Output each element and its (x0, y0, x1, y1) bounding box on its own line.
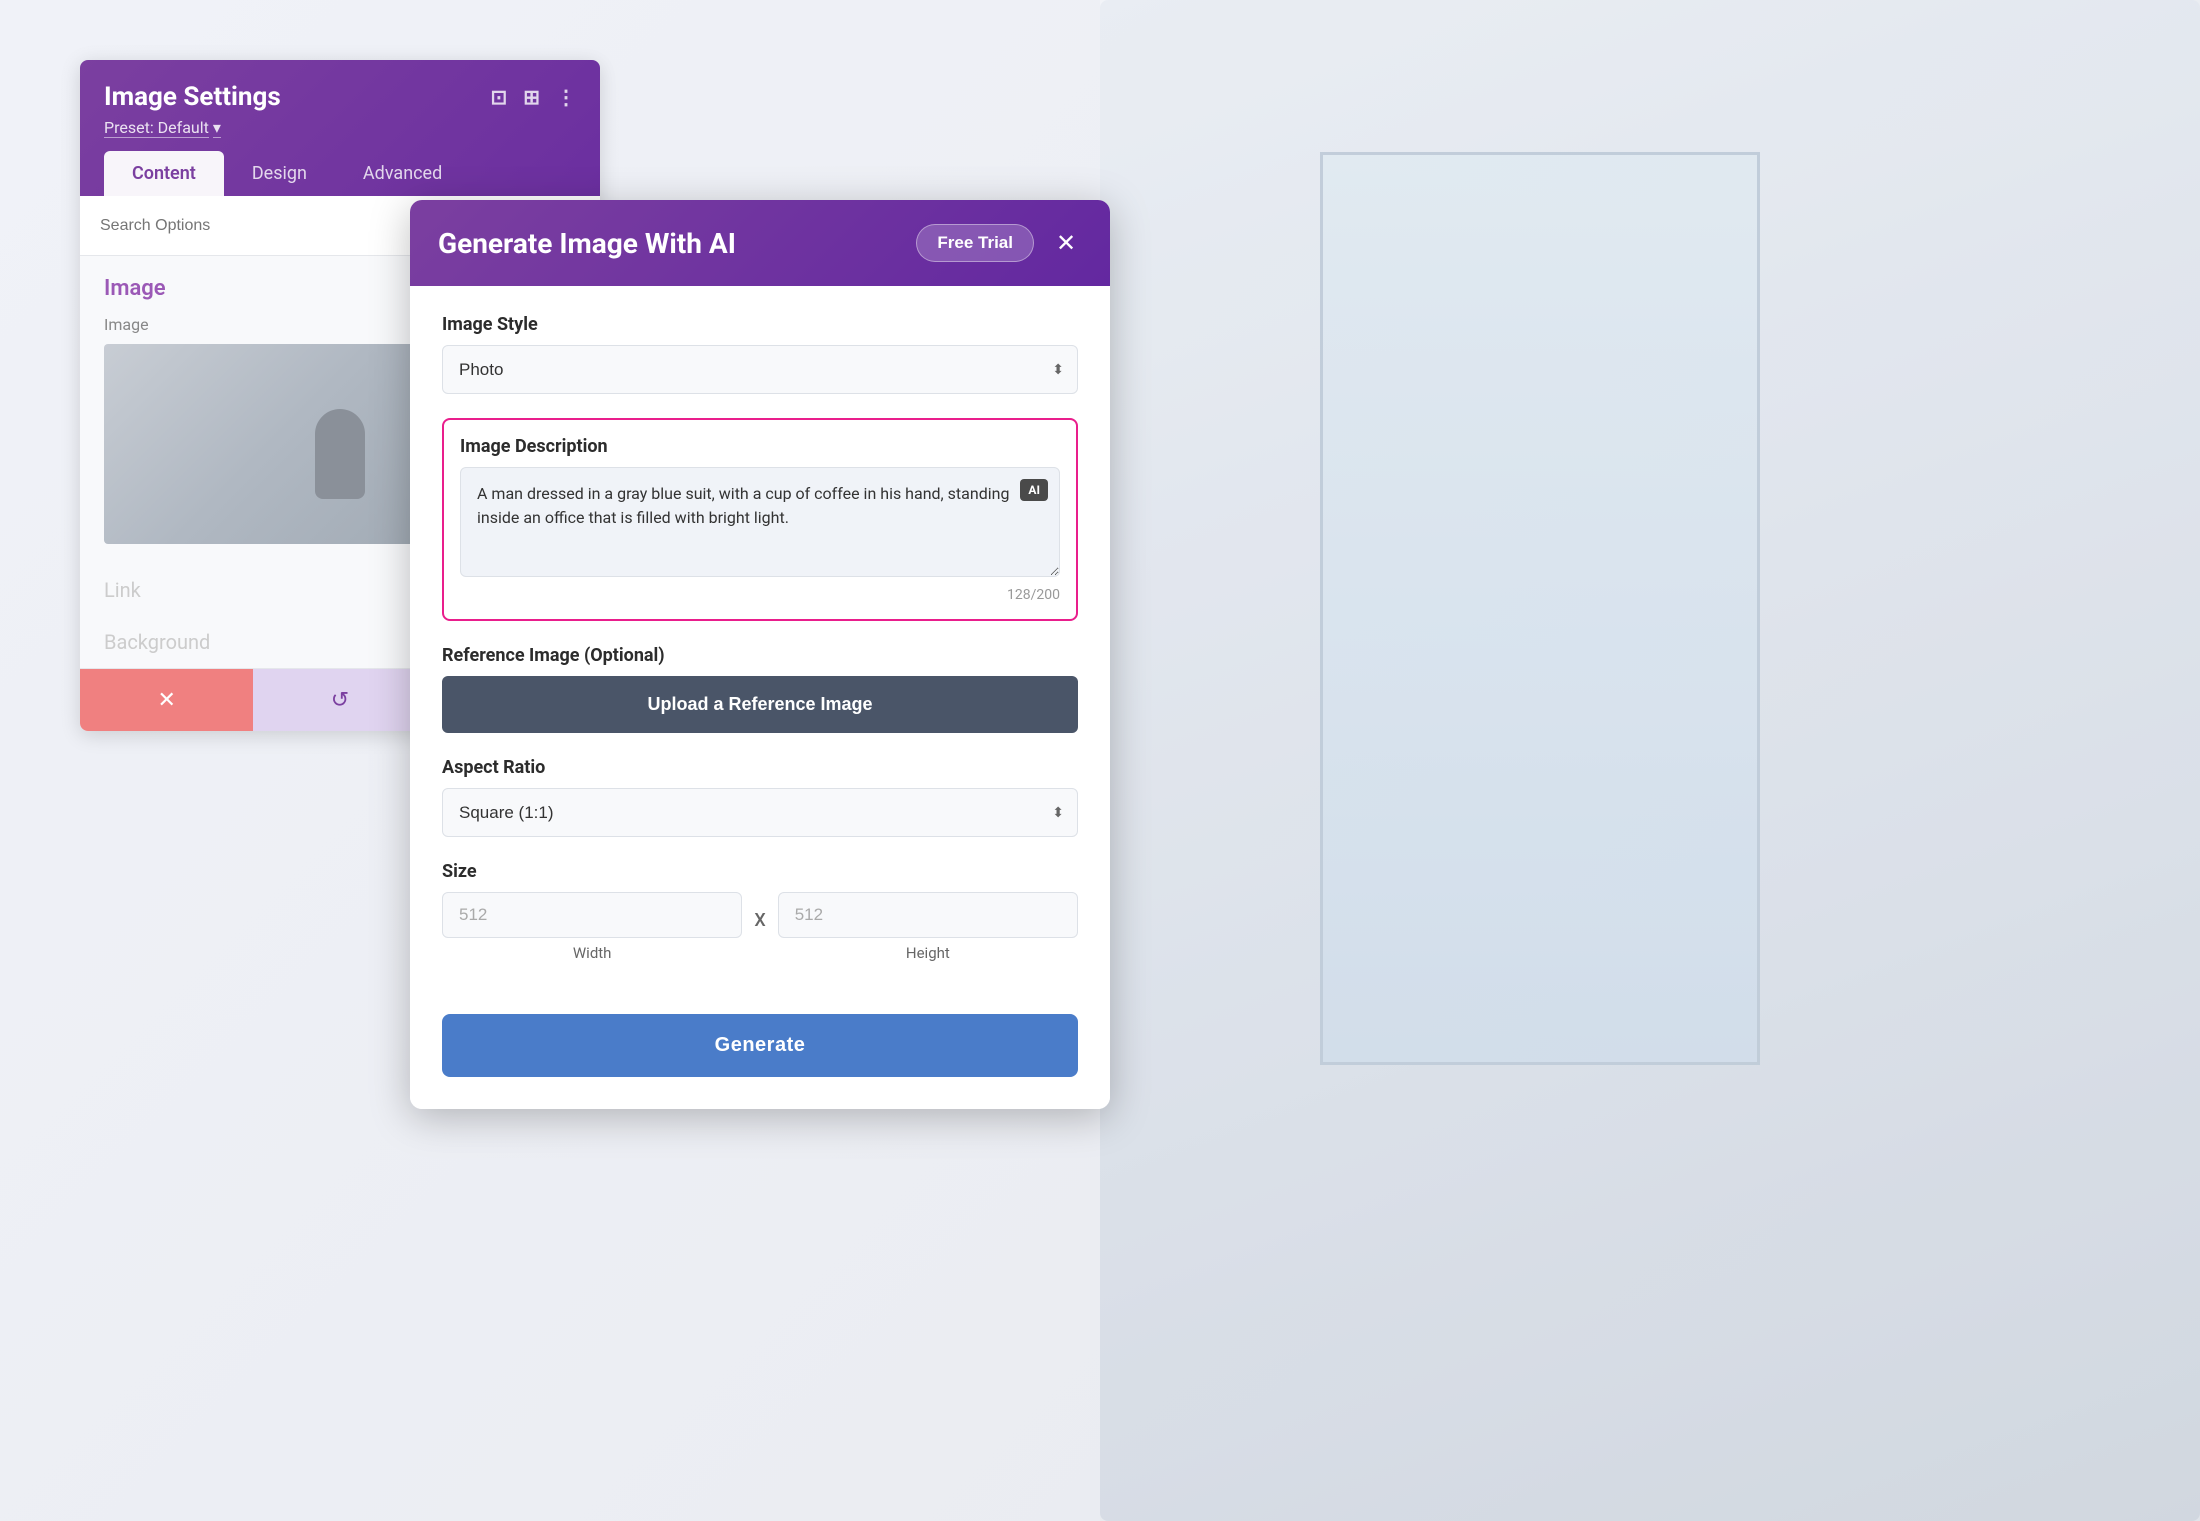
bg-window (1320, 152, 1760, 1065)
tab-advanced[interactable]: Advanced (335, 151, 470, 196)
settings-title-text: Image Settings (104, 82, 281, 112)
cancel-button[interactable]: ✕ (80, 669, 253, 731)
reference-image-group: Reference Image (Optional) Upload a Refe… (442, 645, 1078, 733)
ai-modal-title: Generate Image With AI (438, 227, 736, 260)
image-style-label: Image Style (442, 314, 1078, 335)
size-group: Size Width X Height (442, 861, 1078, 962)
image-style-select-wrapper: Photo Illustration Painting 3D Render Sk… (442, 345, 1078, 394)
height-label: Height (778, 944, 1078, 962)
ai-enhance-button[interactable]: AI (1020, 479, 1048, 501)
aspect-ratio-label: Aspect Ratio (442, 757, 1078, 778)
ai-modal: Generate Image With AI Free Trial ✕ Imag… (410, 200, 1110, 1109)
image-description-textarea[interactable] (460, 467, 1060, 577)
preset-label[interactable]: Preset: Default ▾ (104, 118, 576, 137)
width-label: Width (442, 944, 742, 962)
ai-modal-header-right: Free Trial ✕ (916, 224, 1082, 262)
settings-title-row: Image Settings ⊡ ⊞ ⋮ (104, 82, 576, 112)
image-style-group: Image Style Photo Illustration Painting … (442, 314, 1078, 394)
fullscreen-icon[interactable]: ⊡ (490, 85, 507, 109)
size-label: Size (442, 861, 1078, 882)
ai-modal-footer: Generate (410, 1014, 1110, 1109)
upload-reference-button[interactable]: Upload a Reference Image (442, 676, 1078, 733)
ai-modal-header: Generate Image With AI Free Trial ✕ (410, 200, 1110, 286)
width-input[interactable] (442, 892, 742, 938)
tab-content[interactable]: Content (104, 151, 224, 196)
settings-header: Image Settings ⊡ ⊞ ⋮ Preset: Default ▾ C… (80, 60, 600, 196)
aspect-ratio-group: Aspect Ratio Square (1:1) Landscape (16:… (442, 757, 1078, 837)
image-style-select[interactable]: Photo Illustration Painting 3D Render Sk… (442, 345, 1078, 394)
char-count: 128/200 (460, 587, 1060, 603)
reference-image-label: Reference Image (Optional) (442, 645, 1078, 666)
size-separator: X (754, 910, 765, 931)
undo-button[interactable]: ↺ (253, 669, 426, 731)
aspect-ratio-select-wrapper: Square (1:1) Landscape (16:9) Portrait (… (442, 788, 1078, 837)
aspect-ratio-select[interactable]: Square (1:1) Landscape (16:9) Portrait (… (442, 788, 1078, 837)
description-textarea-wrapper: AI (460, 467, 1060, 581)
size-row: Width X Height (442, 892, 1078, 962)
generate-button[interactable]: Generate (442, 1014, 1078, 1077)
bg-room-decoration (1100, 0, 2200, 1521)
image-description-group: Image Description AI 128/200 (442, 418, 1078, 621)
free-trial-badge[interactable]: Free Trial (916, 224, 1034, 262)
background-image-area (1100, 0, 2200, 1521)
height-input[interactable] (778, 892, 1078, 938)
more-icon[interactable]: ⋮ (556, 85, 576, 109)
settings-title-icons: ⊡ ⊞ ⋮ (490, 85, 576, 109)
columns-icon[interactable]: ⊞ (523, 85, 540, 109)
close-button[interactable]: ✕ (1050, 227, 1082, 259)
figure-shape (315, 409, 365, 499)
tab-design[interactable]: Design (224, 151, 335, 196)
width-group: Width (442, 892, 742, 962)
image-description-label: Image Description (460, 436, 1060, 457)
settings-tabs: Content Design Advanced (104, 151, 576, 196)
height-group: Height (778, 892, 1078, 962)
ai-modal-body: Image Style Photo Illustration Painting … (410, 286, 1110, 1014)
